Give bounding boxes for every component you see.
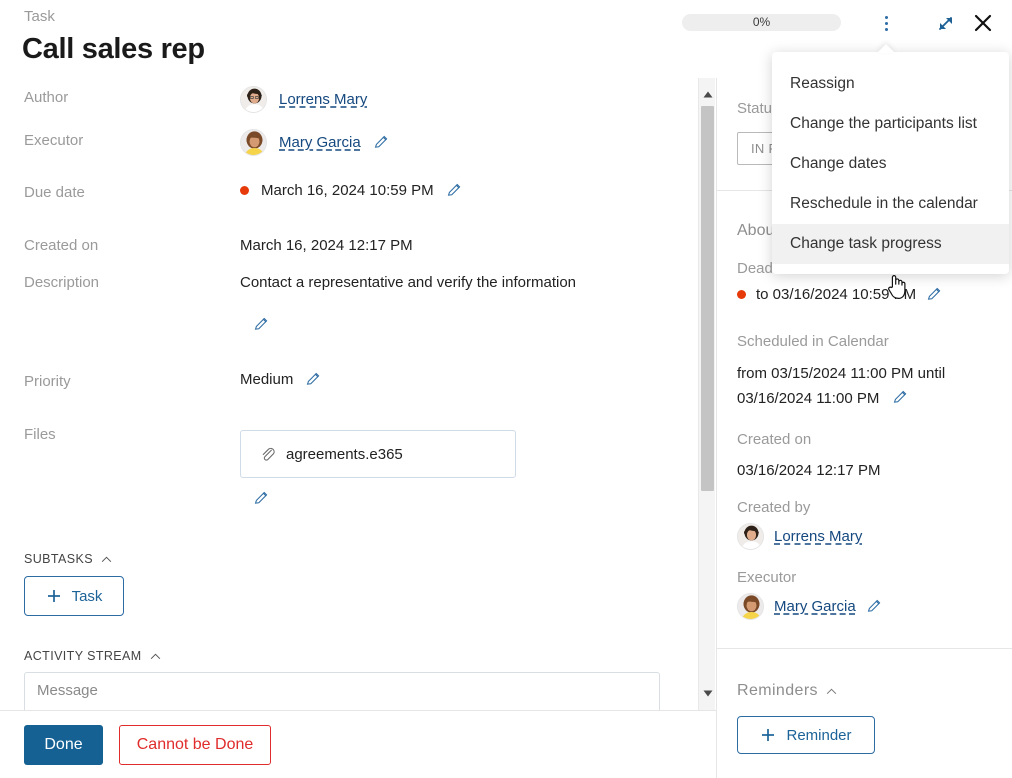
created-by-value: Lorrens Mary <box>737 523 862 550</box>
triangle-down-icon[interactable] <box>699 685 716 702</box>
expand-arrows-icon[interactable] <box>932 9 960 37</box>
progress-value: 0% <box>752 15 771 29</box>
executor-value: Mary Garcia <box>240 129 390 156</box>
divider <box>717 648 1012 649</box>
task-details-pane: Author Lorrens Mary Executor Mary Garcia… <box>0 78 698 710</box>
menu-item-change-dates[interactable]: Change dates <box>772 144 1009 184</box>
plus-icon <box>762 729 775 741</box>
author-value: Lorrens Mary <box>240 86 367 113</box>
executor-label: Executor <box>24 132 84 149</box>
menu-item-change-participants[interactable]: Change the participants list <box>772 104 1009 144</box>
description-value: Contact a representative and verify the … <box>240 274 577 291</box>
file-name: agreements.e365 <box>286 445 403 463</box>
done-button[interactable]: Done <box>24 725 103 765</box>
message-placeholder: Message <box>37 682 98 699</box>
page-title: Call sales rep <box>22 33 205 65</box>
reminders-section-header[interactable]: Reminders <box>737 682 837 700</box>
subtasks-section-header[interactable]: SUBTASKS <box>24 552 112 566</box>
deadline-value: to 03/16/2024 10:59 PM <box>737 286 943 303</box>
add-reminder-label: Reminder <box>786 726 852 744</box>
created-by-name-link[interactable]: Lorrens Mary <box>774 528 862 545</box>
reminders-heading: Reminders <box>737 682 818 699</box>
pencil-edit-icon[interactable] <box>253 316 270 333</box>
author-label: Author <box>24 89 69 106</box>
red-dot-icon <box>737 290 746 299</box>
menu-item-reschedule-calendar[interactable]: Reschedule in the calendar <box>772 184 1009 224</box>
created-by-label: Created by <box>737 499 811 516</box>
pencil-edit-icon[interactable] <box>305 371 322 388</box>
scheduled-label: Scheduled in Calendar <box>737 333 889 350</box>
task-detail-window: Task Call sales rep 0% Author Lorrens Ma… <box>0 0 1012 778</box>
priority-value: Medium <box>240 371 322 388</box>
avatar <box>737 593 764 620</box>
add-subtask-label: Task <box>71 587 103 605</box>
sidebar-executor-label: Executor <box>737 569 797 586</box>
pencil-edit-icon[interactable] <box>373 134 390 151</box>
cannot-be-done-button[interactable]: Cannot be Done <box>119 725 271 765</box>
file-attachment-item[interactable]: agreements.e365 <box>240 430 516 478</box>
task-actions-menu: Reassign Change the participants list Ch… <box>772 44 1009 274</box>
author-name-link[interactable]: Lorrens Mary <box>279 91 367 108</box>
priority-label: Priority <box>24 373 71 390</box>
activity-stream-heading: ACTIVITY STREAM <box>24 649 142 663</box>
vertical-dots-icon[interactable] <box>874 10 898 36</box>
sidebar-executor-value: Mary Garcia <box>737 593 883 620</box>
left-pane-scrollbar[interactable] <box>698 78 715 710</box>
created-on-label: Created on <box>24 237 99 254</box>
close-x-icon[interactable] <box>969 9 997 37</box>
scrollbar-thumb[interactable] <box>701 106 714 491</box>
add-subtask-button[interactable]: Task <box>24 576 124 616</box>
red-dot-icon <box>240 186 249 195</box>
dialog-footer: Done Cannot be Done <box>0 710 716 778</box>
menu-item-change-task-progress[interactable]: Change task progress <box>772 224 1009 264</box>
chevron-up-icon <box>150 653 160 659</box>
activity-stream-section-header[interactable]: ACTIVITY STREAM <box>24 649 161 663</box>
priority-text: Medium <box>240 371 294 388</box>
chevron-up-icon <box>101 556 112 562</box>
menu-item-reassign[interactable]: Reassign <box>772 64 1009 104</box>
pencil-edit-icon[interactable] <box>446 182 463 199</box>
paperclip-icon <box>262 447 275 461</box>
avatar <box>240 86 267 113</box>
description-label: Description <box>24 274 100 291</box>
add-reminder-button[interactable]: Reminder <box>737 716 875 754</box>
triangle-up-icon[interactable] <box>699 86 716 103</box>
avatar <box>240 129 267 156</box>
created-on-value: March 16, 2024 12:17 PM <box>240 237 413 254</box>
pencil-edit-icon[interactable] <box>866 598 883 615</box>
deadline-text: to 03/16/2024 10:59 PM <box>756 286 917 303</box>
executor-name-link[interactable]: Mary Garcia <box>279 134 361 151</box>
pencil-edit-icon[interactable] <box>892 389 909 406</box>
chevron-up-icon <box>826 688 837 694</box>
due-date-value: March 16, 2024 10:59 PM <box>240 182 463 199</box>
sidebar-created-on-label: Created on <box>737 431 812 448</box>
sidebar-created-on-value: 03/16/2024 12:17 PM <box>737 462 881 479</box>
task-progress-bar[interactable]: 0% <box>682 14 841 31</box>
pencil-edit-icon[interactable] <box>926 286 943 303</box>
plus-icon <box>47 590 60 602</box>
due-date-label: Due date <box>24 184 85 201</box>
scheduled-text: from 03/15/2024 11:00 PM until 03/16/202… <box>737 365 946 407</box>
avatar <box>737 523 764 550</box>
menu-caret-icon <box>877 44 895 53</box>
files-label: Files <box>24 426 56 443</box>
breadcrumb-task: Task <box>24 8 55 25</box>
subtasks-heading: SUBTASKS <box>24 552 93 566</box>
sidebar-executor-name-link[interactable]: Mary Garcia <box>774 598 856 615</box>
scheduled-value: from 03/15/2024 11:00 PM until 03/16/202… <box>737 361 982 411</box>
due-date-text: March 16, 2024 10:59 PM <box>261 182 434 199</box>
pencil-edit-icon[interactable] <box>253 490 270 507</box>
